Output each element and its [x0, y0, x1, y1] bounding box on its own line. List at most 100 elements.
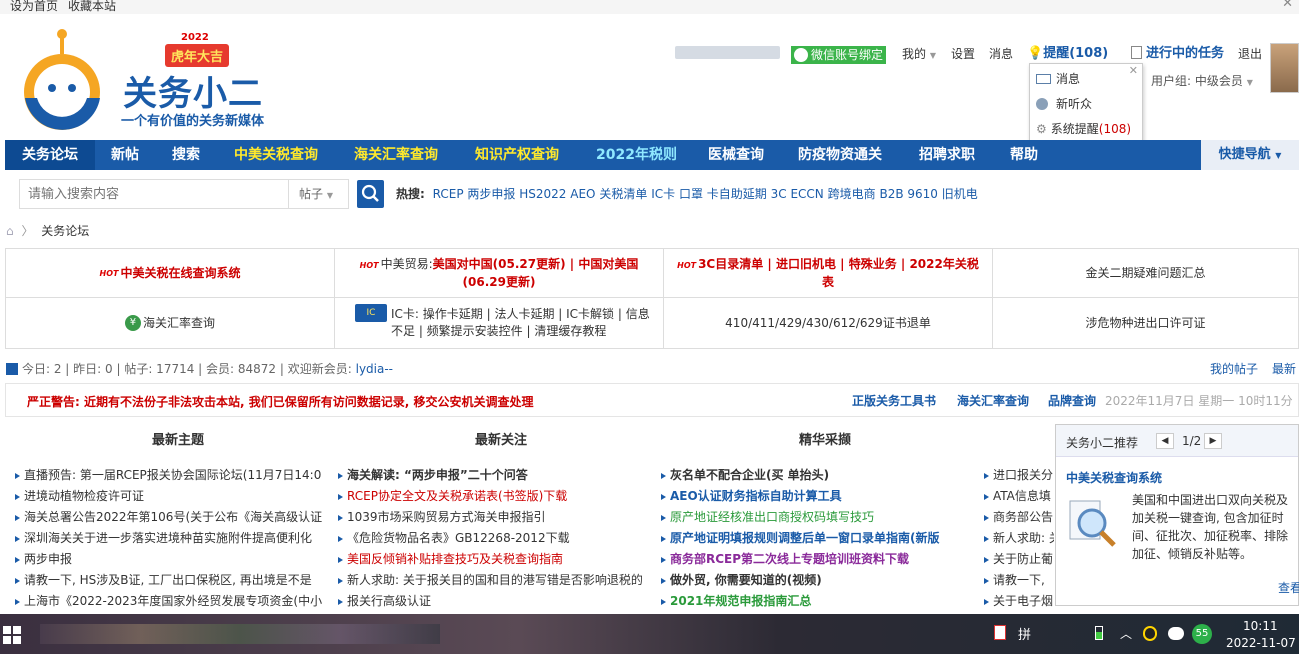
hot-term[interactable]: 口罩: [679, 187, 703, 201]
extra-item[interactable]: 新人求助: 关: [984, 529, 1054, 547]
nav-epidemic[interactable]: 防疫物资通关: [798, 140, 882, 170]
hot-term[interactable]: HS2022: [519, 187, 566, 201]
wechat-bind-button[interactable]: 微信账号绑定: [791, 46, 887, 64]
certificate-return-cell[interactable]: 410/411/429/430/612/629证书退单: [663, 297, 993, 349]
nav-exchange-rate[interactable]: 海关汇率查询: [354, 140, 438, 170]
topic-item[interactable]: 请教一下, HS涉及B证, 工厂出口保税区, 再出境是不是: [15, 571, 325, 589]
topic-item[interactable]: 直播预告: 第一届RCEP报关协会国际论坛(11月7日14:0: [15, 466, 325, 484]
topic-item[interactable]: 深圳海关关于进一步落实进境种苗实施附件提高便利化: [15, 529, 325, 547]
panel-item-title[interactable]: 中美关税查询系统: [1066, 469, 1162, 486]
extra-item[interactable]: 关于电子烟: [984, 592, 1054, 610]
bookmark-link[interactable]: 收藏本站: [68, 0, 116, 13]
next-button[interactable]: ▶: [1204, 433, 1222, 449]
focus-item[interactable]: 美国反倾销补贴排查技巧及关税查询指南: [338, 550, 648, 568]
nav-help[interactable]: 帮助: [1010, 140, 1038, 170]
focus-item[interactable]: 1039市场采购贸易方式海关申报指引: [338, 508, 648, 526]
quick-nav-button[interactable]: 快捷导航 ▼: [1201, 140, 1299, 170]
nav-forum[interactable]: 关务论坛: [5, 140, 95, 170]
tariff-query-cell[interactable]: HOT 中美关税在线查询系统: [5, 248, 335, 298]
essence-item[interactable]: 商务部RCEP第二次线上专题培训班资料下载: [661, 550, 976, 568]
hot-term[interactable]: 跨境电商: [828, 187, 876, 201]
chevron-up-icon[interactable]: ︿: [1120, 625, 1132, 642]
nav-tariff-2022[interactable]: 2022年税则: [596, 140, 677, 170]
qq-icon[interactable]: [1143, 626, 1157, 641]
messages-link[interactable]: 消息: [989, 47, 1013, 61]
logout-link[interactable]: 退出: [1238, 47, 1262, 61]
hot-term[interactable]: RCEP: [433, 187, 464, 201]
security-badge[interactable]: 55: [1192, 624, 1212, 644]
extra-item[interactable]: 进口报关分: [984, 466, 1054, 484]
popup-item-listeners[interactable]: 新听众: [1036, 93, 1092, 115]
focus-item[interactable]: 新人求助: 关于报关目的国和目的港写错是否影响退税的: [338, 571, 648, 589]
breadcrumb-current[interactable]: 关务论坛: [41, 224, 89, 238]
hot-term[interactable]: 两步申报: [467, 187, 515, 201]
extra-item[interactable]: 请教一下,: [984, 571, 1054, 589]
settings-link[interactable]: 设置: [951, 47, 975, 61]
nav-search[interactable]: 搜索: [172, 140, 200, 170]
hot-term[interactable]: B2B: [879, 187, 903, 201]
hot-term[interactable]: 关税清单: [599, 187, 647, 201]
hot-term[interactable]: 3C: [771, 187, 787, 201]
home-icon[interactable]: ⌂: [6, 224, 14, 238]
topic-item[interactable]: 两步申报: [15, 550, 325, 568]
exchange-rate-link[interactable]: 海关汇率查询: [957, 392, 1029, 409]
focus-item[interactable]: 海关解读: “两步申报”二十个问答: [338, 466, 648, 484]
focus-item[interactable]: 《危险货物品名表》GB12268-2012下载: [338, 529, 648, 547]
popup-item-messages[interactable]: 消息: [1036, 68, 1080, 90]
toolbook-link[interactable]: 正版关务工具书: [852, 392, 936, 409]
latest-link[interactable]: 最新: [1272, 362, 1296, 376]
search-button[interactable]: [357, 180, 384, 208]
my-posts-link[interactable]: 我的帖子: [1210, 362, 1258, 376]
ic-card-cell[interactable]: IC IC卡: 操作卡延期 | 法人卡延期 | IC卡解锁 | 信息不足 | 频…: [334, 297, 664, 349]
extra-item[interactable]: ATA信息填: [984, 487, 1054, 505]
windows-start-icon[interactable]: [3, 626, 21, 644]
panel-more-link[interactable]: 查看: [1278, 579, 1299, 596]
focus-item[interactable]: RCEP协定全文及关税承诺表(书签版)下载: [338, 487, 648, 505]
jinguan-cell[interactable]: 金关二期疑难问题汇总: [992, 248, 1299, 298]
hot-term[interactable]: ECCN: [790, 187, 823, 201]
nav-tariff[interactable]: 中美关税查询: [234, 140, 318, 170]
my-menu[interactable]: 我的 ▼: [902, 47, 936, 63]
prev-button[interactable]: ◀: [1156, 433, 1174, 449]
topic-item[interactable]: 海关总署公告2022年第106号(关于公布《海关高级认证: [15, 508, 325, 526]
topic-item[interactable]: 进境动植物检疫许可证: [15, 487, 325, 505]
search-input[interactable]: [20, 180, 288, 208]
3c-catalog-cell[interactable]: HOT 3C目录清单 | 进口旧机电 | 特殊业务 | 2022年关税表: [663, 248, 993, 298]
essence-item[interactable]: 原产地证明填报规则调整后单一窗口录单指南(新版: [661, 529, 976, 547]
essence-item[interactable]: 灰名单不配合企业(买 单抬头): [661, 466, 976, 484]
new-member-link[interactable]: lydia--: [356, 362, 393, 376]
extra-item[interactable]: 关于防止葡: [984, 550, 1054, 568]
hot-term[interactable]: 9610: [907, 187, 938, 201]
set-home-link[interactable]: 设为首页: [10, 0, 58, 13]
avatar[interactable]: [1270, 43, 1299, 93]
hot-term[interactable]: AEO: [570, 187, 595, 201]
topic-item[interactable]: 上海市《2022-2023年度国家外经贸发展专项资金(中小: [15, 592, 325, 610]
search-scope-select[interactable]: 帖子 ▼: [288, 180, 348, 208]
endangered-species-cell[interactable]: 涉危物种进出口许可证: [992, 297, 1299, 349]
hot-term[interactable]: 旧机电: [942, 187, 978, 201]
essence-item[interactable]: 原产地证经核准出口商授权码填写技巧: [661, 508, 976, 526]
essence-item[interactable]: AEO认证财务指标自助计算工具: [661, 487, 976, 505]
logo[interactable]: 2022 虎年大吉 关务小二 一个有价值的关务新媒体: [5, 28, 290, 134]
notification-icon[interactable]: [994, 625, 1006, 640]
essence-item[interactable]: 做外贸, 你需要知道的(视频): [661, 571, 976, 589]
hot-term[interactable]: 卡自助延期: [707, 187, 767, 201]
focus-item[interactable]: 报关行高级认证: [338, 592, 648, 610]
essence-item[interactable]: 2021年规范申报指南汇总: [661, 592, 976, 610]
reminder-link[interactable]: 💡提醒(108): [1027, 46, 1108, 61]
trade-tariff-cell[interactable]: HOT 中美贸易:美国对中国(05.27更新) | 中国对美国(06.29更新): [334, 248, 664, 298]
nav-ip[interactable]: 知识产权查询: [475, 140, 559, 170]
popup-item-system[interactable]: ⚙ 系统提醒(108): [1036, 118, 1131, 140]
close-icon[interactable]: ✕: [1129, 64, 1138, 77]
wechat-tray-icon[interactable]: [1168, 627, 1184, 640]
nav-jobs[interactable]: 招聘求职: [919, 140, 975, 170]
nav-medical[interactable]: 医械查询: [708, 140, 764, 170]
ime-icon[interactable]: 拼: [1018, 624, 1031, 643]
brand-query-link[interactable]: 品牌查询: [1048, 392, 1096, 409]
close-icon[interactable]: ✕: [1282, 0, 1293, 10]
nav-new-posts[interactable]: 新帖: [111, 140, 139, 170]
extra-item[interactable]: 商务部公告: [984, 508, 1054, 526]
hot-term[interactable]: IC卡: [651, 187, 675, 201]
tasks-link[interactable]: 进行中的任务: [1131, 46, 1224, 61]
exchange-rate-cell[interactable]: ¥ 海关汇率查询: [5, 297, 335, 349]
